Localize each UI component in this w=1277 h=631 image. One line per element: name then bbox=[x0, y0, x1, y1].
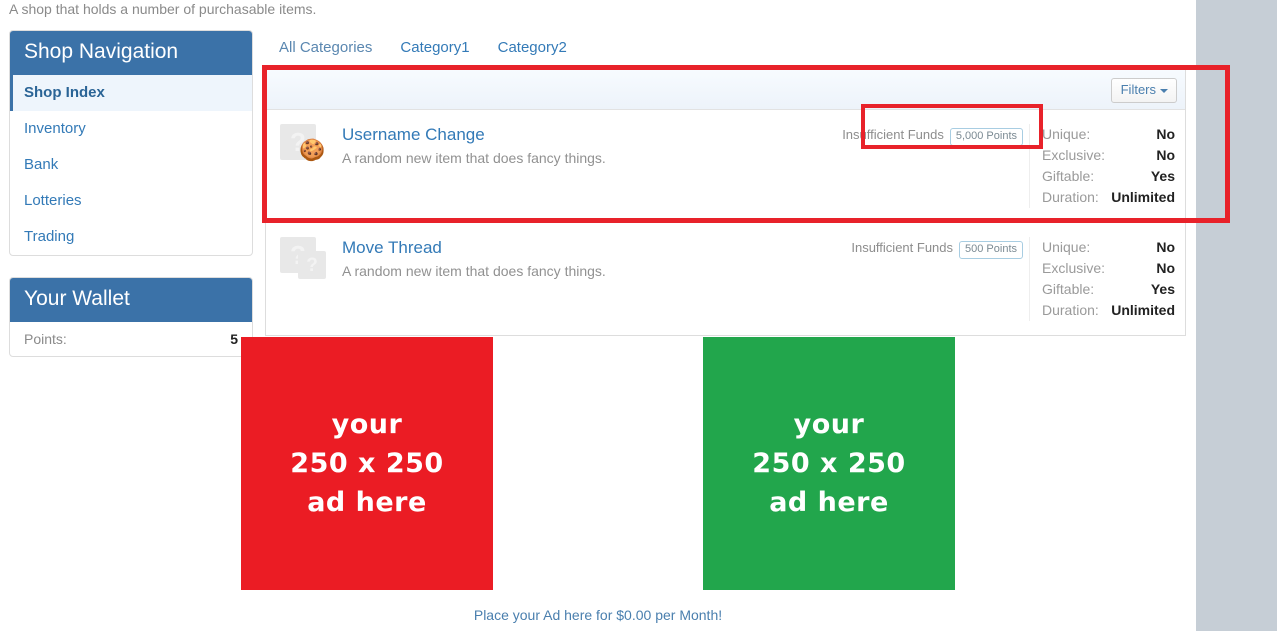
ad-line-2: 250 x 250 bbox=[752, 448, 906, 479]
ad-banner-left-text: your 250 x 250 ad here bbox=[290, 405, 443, 522]
item-title-link[interactable]: Username Change bbox=[342, 124, 834, 146]
attribute-row: Giftable: Yes bbox=[1042, 166, 1175, 187]
item-title-link[interactable]: Move Thread bbox=[342, 237, 834, 259]
item-price-badge: 500 Points bbox=[959, 241, 1023, 259]
advertisement-section: your 250 x 250 ad here your 250 x 250 ad… bbox=[0, 337, 1196, 623]
item-description: A random new item that does fancy things… bbox=[342, 150, 606, 166]
attribute-key: Exclusive: bbox=[1042, 147, 1106, 163]
item-purchase-area: Insufficient Funds 5,000 Points bbox=[834, 124, 1029, 146]
sidebar-item-label: Shop Index bbox=[24, 84, 105, 101]
attribute-key: Giftable: bbox=[1042, 168, 1095, 184]
filters-button-label: Filters bbox=[1120, 82, 1156, 97]
ad-banner-right[interactable]: your 250 x 250 ad here bbox=[703, 337, 955, 590]
attribute-row: Duration: Unlimited bbox=[1042, 300, 1175, 321]
sidebar-item-label: Bank bbox=[24, 156, 59, 173]
attribute-key: Unique: bbox=[1042, 126, 1091, 142]
item-buy-status: Insufficient Funds bbox=[842, 127, 944, 142]
ad-banner-left[interactable]: your 250 x 250 ad here bbox=[241, 337, 493, 590]
attribute-key: Giftable: bbox=[1042, 281, 1095, 297]
item-buy-status: Insufficient Funds bbox=[851, 240, 954, 255]
shop-navigation-list: Shop Index Inventory Bank Lotteries Trad… bbox=[10, 75, 252, 255]
item-thumbnail: ? ? bbox=[280, 237, 342, 283]
attribute-row: Unique: No bbox=[1042, 237, 1175, 258]
tab-all-categories[interactable]: All Categories bbox=[265, 30, 387, 70]
shop-navigation-title: Shop Navigation bbox=[10, 31, 252, 75]
category-tabs: All Categories Category1 Category2 bbox=[265, 30, 1186, 70]
ad-line-3: ad here bbox=[769, 487, 889, 518]
attribute-value: Unlimited bbox=[1111, 189, 1175, 205]
ad-line-1: your bbox=[331, 409, 403, 440]
attribute-row: Duration: Unlimited bbox=[1042, 187, 1175, 208]
advertisement-row: your 250 x 250 ad here your 250 x 250 ad… bbox=[0, 337, 1196, 590]
ad-banner-right-text: your 250 x 250 ad here bbox=[752, 405, 905, 522]
attribute-row: Exclusive: No bbox=[1042, 145, 1175, 166]
tab-label: Category2 bbox=[497, 39, 567, 56]
attribute-row: Exclusive: No bbox=[1042, 258, 1175, 279]
attribute-row: Unique: No bbox=[1042, 124, 1175, 145]
attribute-value: Yes bbox=[1150, 168, 1175, 184]
item-price-badge: 5,000 Points bbox=[949, 128, 1023, 146]
sidebar-item-label: Inventory bbox=[24, 120, 86, 137]
shop-navigation-panel: Shop Navigation Shop Index Inventory Ban… bbox=[9, 30, 253, 256]
tab-category1[interactable]: Category1 bbox=[386, 30, 483, 70]
ad-purchase-link[interactable]: Place your Ad here for $0.00 per Month! bbox=[0, 607, 1196, 623]
sidebar-item-label: Lotteries bbox=[24, 192, 82, 209]
attribute-key: Duration: bbox=[1042, 189, 1099, 205]
list-toolbar: Filters bbox=[266, 70, 1185, 110]
sidebar-item-shop-index[interactable]: Shop Index bbox=[10, 75, 252, 111]
sidebar-item-inventory[interactable]: Inventory bbox=[10, 111, 252, 147]
tab-category2[interactable]: Category2 bbox=[484, 30, 581, 70]
wallet-title: Your Wallet bbox=[10, 278, 252, 322]
attribute-value: No bbox=[1156, 239, 1175, 255]
tab-label: All Categories bbox=[279, 39, 373, 56]
attribute-key: Exclusive: bbox=[1042, 260, 1106, 276]
sidebar-item-label: Trading bbox=[24, 228, 75, 245]
attribute-value: No bbox=[1156, 126, 1175, 142]
attribute-value: Yes bbox=[1150, 281, 1175, 297]
item-thumbnail: ? 🍪 bbox=[280, 124, 342, 170]
sidebar-item-bank[interactable]: Bank bbox=[10, 147, 252, 183]
attribute-row: Giftable: Yes bbox=[1042, 279, 1175, 300]
item-attributes: Unique: No Exclusive: No Giftable: Yes D… bbox=[1029, 237, 1185, 321]
attribute-value: No bbox=[1156, 260, 1175, 276]
sidebar-item-trading[interactable]: Trading bbox=[10, 219, 252, 255]
item-purchase-area: Insufficient Funds 500 Points bbox=[834, 237, 1029, 259]
item-description: A random new item that does fancy things… bbox=[342, 263, 606, 279]
attribute-key: Duration: bbox=[1042, 302, 1099, 318]
filters-button[interactable]: Filters bbox=[1110, 78, 1177, 103]
chevron-down-icon bbox=[1160, 88, 1168, 93]
ad-line-3: ad here bbox=[307, 487, 427, 518]
attribute-value: Unlimited bbox=[1111, 302, 1175, 318]
ad-line-1: your bbox=[793, 409, 865, 440]
sidebar: Shop Navigation Shop Index Inventory Ban… bbox=[9, 30, 253, 357]
main-content: All Categories Category1 Category2 Filte… bbox=[265, 30, 1186, 336]
item-info: Move Thread A random new item that does … bbox=[342, 237, 834, 281]
shop-item-row[interactable]: ? ? Move Thread A random new item that d… bbox=[266, 222, 1185, 335]
cupcake-icon: 🍪 bbox=[299, 139, 326, 162]
item-attributes: Unique: No Exclusive: No Giftable: Yes D… bbox=[1029, 124, 1185, 208]
item-info: Username Change A random new item that d… bbox=[342, 124, 834, 168]
page-content: A shop that holds a number of purchasabl… bbox=[0, 0, 1196, 631]
placeholder-question-icon-secondary: ? bbox=[298, 251, 326, 279]
shop-item-row[interactable]: ? 🍪 Username Change A random new item th… bbox=[266, 110, 1185, 222]
attribute-value: No bbox=[1156, 147, 1175, 163]
ad-line-2: 250 x 250 bbox=[290, 448, 444, 479]
sidebar-item-lotteries[interactable]: Lotteries bbox=[10, 183, 252, 219]
page-intro-text: A shop that holds a number of purchasabl… bbox=[9, 1, 317, 17]
shop-item-list-panel: Filters ? 🍪 Username Change A random new… bbox=[265, 70, 1186, 336]
tab-label: Category1 bbox=[400, 39, 470, 56]
attribute-key: Unique: bbox=[1042, 239, 1091, 255]
